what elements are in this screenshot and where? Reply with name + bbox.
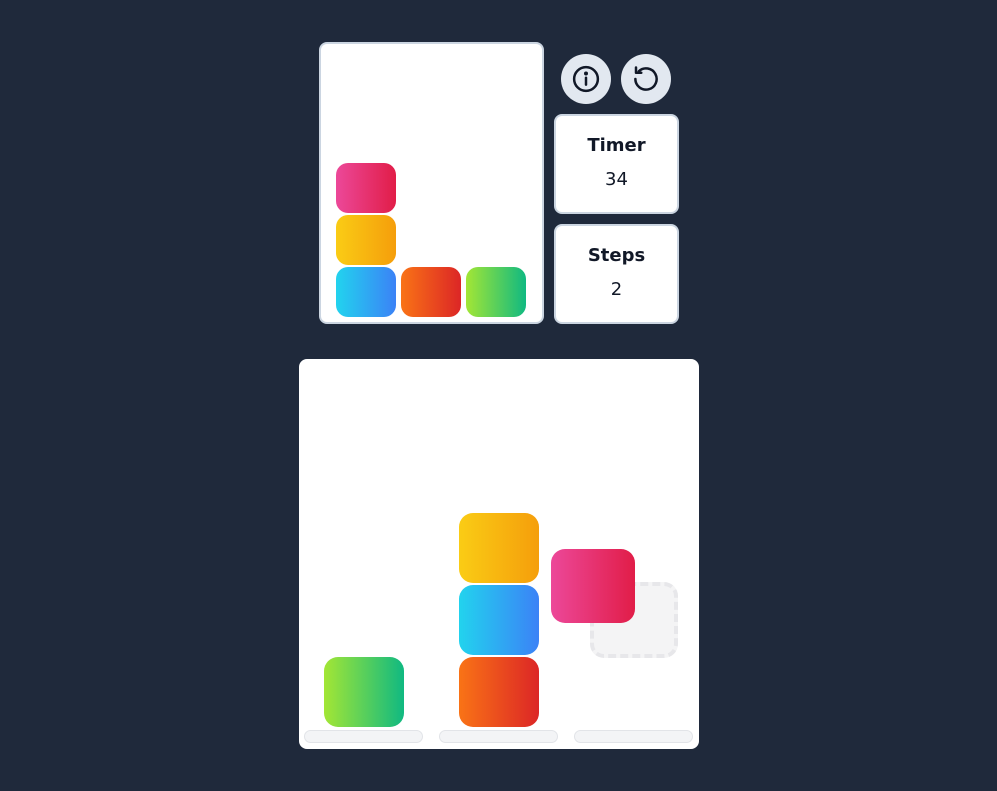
steps-label: Steps: [587, 245, 646, 266]
game-board[interactable]: [299, 359, 699, 749]
board-block-blue[interactable]: [459, 585, 539, 655]
board-block-yellow[interactable]: [459, 513, 539, 583]
board-block-orange[interactable]: [459, 657, 539, 727]
column-base-2[interactable]: [439, 730, 558, 743]
steps-card: Steps 2: [554, 224, 679, 324]
target-block-blue: [336, 267, 396, 317]
timer-card: Timer 34: [554, 114, 679, 214]
reset-icon: [634, 66, 658, 91]
timer-value: 34: [605, 169, 628, 190]
target-block-yellow: [336, 215, 396, 265]
steps-value: 2: [610, 279, 623, 300]
target-pattern-panel: [319, 42, 544, 324]
board-block-green[interactable]: [324, 657, 404, 727]
info-button[interactable]: [561, 54, 611, 104]
target-block-pink: [336, 163, 396, 213]
reset-button[interactable]: [621, 54, 671, 104]
held-block-pink[interactable]: [551, 549, 635, 623]
column-base-1[interactable]: [304, 730, 423, 743]
info-icon: [572, 65, 600, 93]
target-block-orange: [401, 267, 461, 317]
column-base-3[interactable]: [574, 730, 693, 743]
timer-label: Timer: [587, 135, 646, 156]
target-block-green: [466, 267, 526, 317]
